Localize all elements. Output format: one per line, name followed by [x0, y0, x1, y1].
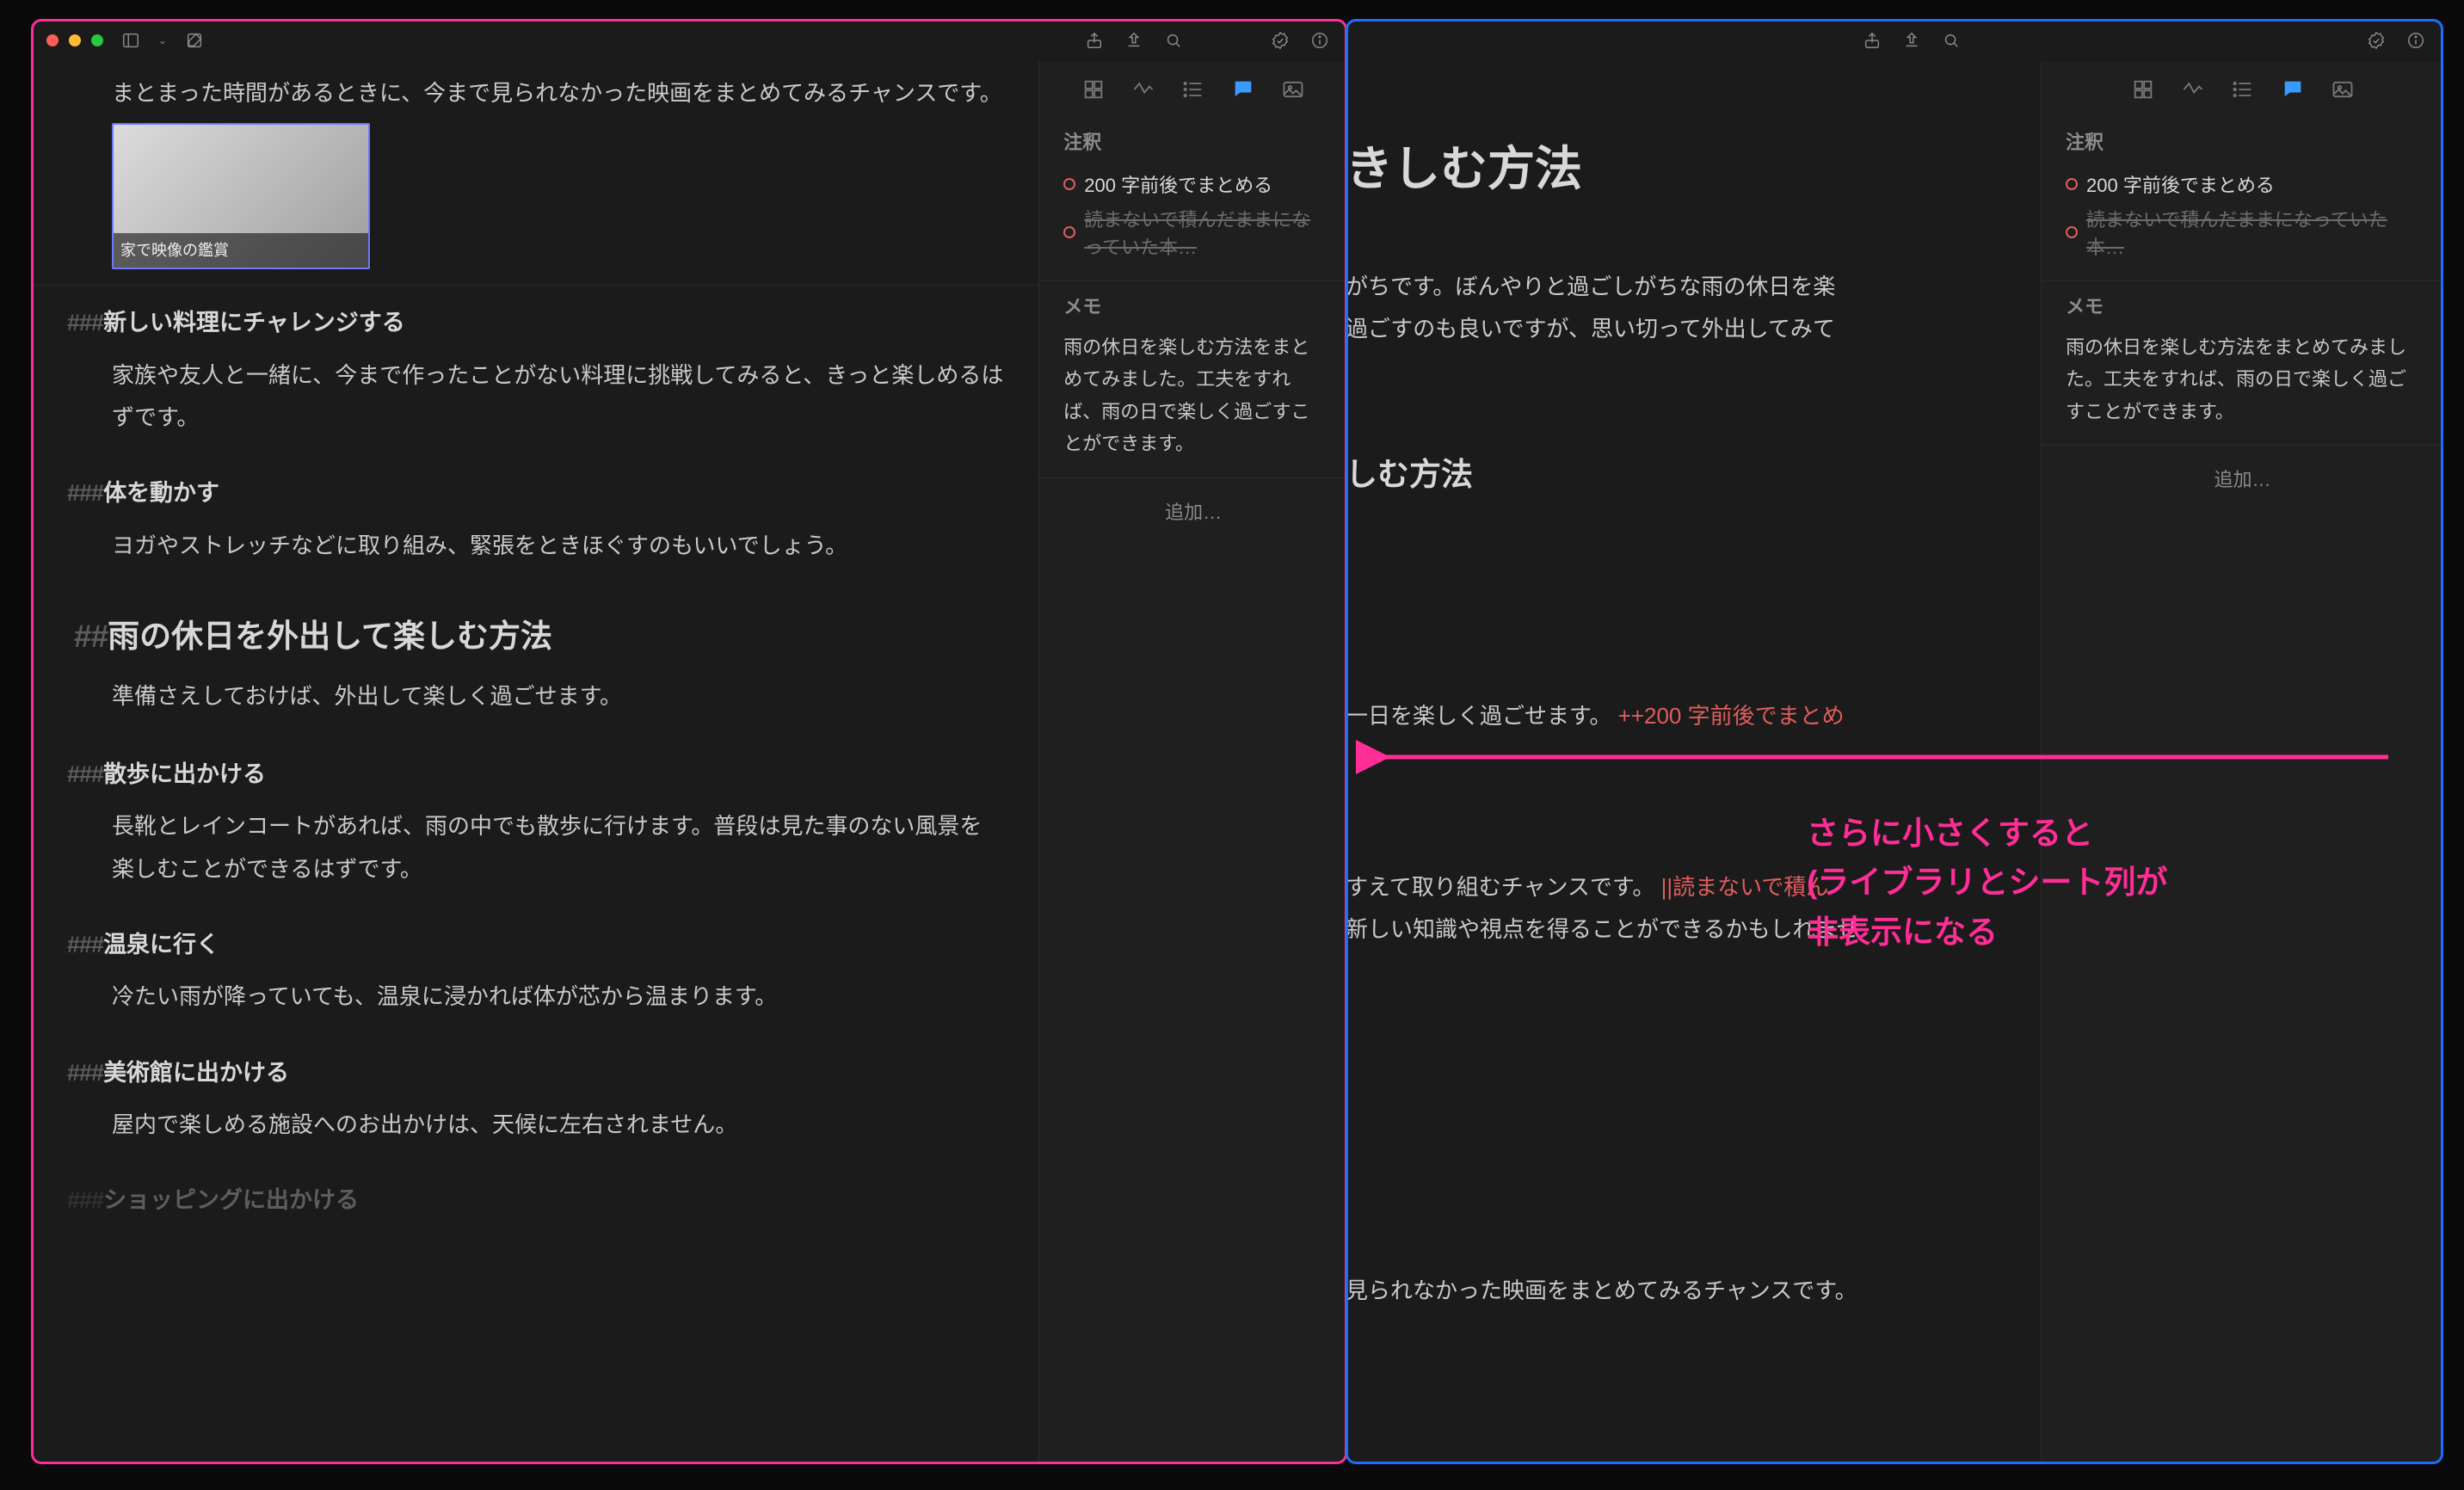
list-icon[interactable] — [2231, 77, 2255, 102]
list-icon[interactable] — [1181, 77, 1205, 102]
search-icon[interactable] — [1939, 28, 1963, 52]
dashboard-icon[interactable] — [1081, 77, 1106, 102]
annotation-item-done[interactable]: 読まないで積んだままになっていた本… — [2066, 201, 2419, 263]
traffic-lights — [46, 34, 103, 46]
lead-fragment: がちです。ぼんやりと過ごしがちな雨の休日を楽 — [1346, 266, 2015, 308]
annotation-item[interactable]: 200 字前後でまとめる — [1063, 167, 1323, 201]
body-fragment: 見られなかった映画をまとめてみるチャンスです。 — [1346, 1270, 2015, 1312]
markdown-prefix: ### — [67, 1187, 103, 1213]
memo-text: 雨の休日を楽しむ方法をまとめてみました。工夫をすれば、雨の日で楽しく過ごすことが… — [1063, 331, 1323, 460]
markdown-prefix: ### — [67, 310, 103, 336]
sidebar-toggle-icon[interactable] — [119, 28, 143, 52]
body-fragment: 新しい知識や視点を得ることができるかもしれませ — [1346, 908, 2015, 951]
sidepanel-left: 注釈 200 字前後でまとめる 読まないで積んだままになっていた本… メモ 雨の… — [1038, 62, 1347, 1464]
annotation-item-done[interactable]: 読まないで積んだままになっていた本… — [1063, 201, 1323, 263]
zoom-dot[interactable] — [91, 34, 103, 46]
annotation-item[interactable]: 200 字前後でまとめる — [2066, 167, 2419, 201]
badge-check-icon[interactable] — [1268, 28, 1292, 52]
memo-text: 雨の休日を楽しむ方法をまとめてみました。工夫をすれば、雨の日で楽しく過ごすことが… — [2066, 331, 2419, 428]
heading-3: ###体を動かす — [60, 471, 1004, 515]
export-icon[interactable] — [1122, 28, 1146, 52]
editor-left[interactable]: まとまった時間があるときに、今まで見られなかった映画をまとめてみるチャンスです。… — [31, 62, 1038, 1464]
ring-icon — [1063, 226, 1075, 238]
titlebar-right — [1346, 19, 2443, 62]
divider — [31, 285, 1038, 286]
titlebar-left: ⌄ — [31, 19, 1347, 62]
annotations-section: 注釈 200 字前後でまとめる 読まないで積んだままになっていた本… — [2042, 117, 2443, 281]
heading-2-fragment: しむ方法 — [1346, 445, 2015, 505]
heading-3: ###美術館に出かける — [60, 1051, 1004, 1095]
markdown-prefix: ### — [67, 1060, 103, 1086]
ring-icon — [1063, 178, 1075, 190]
add-button[interactable]: 追加… — [1039, 478, 1347, 544]
memo-label: メモ — [1063, 292, 1323, 319]
markdown-prefix: ### — [67, 480, 103, 506]
minimize-dot[interactable] — [69, 34, 81, 46]
close-dot[interactable] — [46, 34, 59, 46]
search-icon[interactable] — [1161, 28, 1186, 52]
paragraph: 屋内で楽しめる施設へのお出かけは、天候に左右されません。 — [60, 1104, 1004, 1146]
annotations-label: 注釈 — [1063, 127, 1323, 155]
side-tabs — [2042, 62, 2443, 117]
markdown-prefix: ### — [67, 932, 103, 957]
paragraph: 準備さえしておけば、外出して楽しく過ごせます。 — [60, 675, 1004, 717]
inline-annotation: ++200 字前後でまとめ — [1618, 703, 1845, 729]
info-icon[interactable] — [1308, 28, 1332, 52]
image-thumb[interactable]: 家で映像の鑑賞 — [112, 123, 370, 269]
paragraph: まとまった時間があるときに、今まで見られなかった映画をまとめてみるチャンスです。 — [60, 72, 1004, 114]
activity-icon[interactable] — [2181, 77, 2205, 102]
memo-section: メモ 雨の休日を楽しむ方法をまとめてみました。工夫をすれば、雨の日で楽しく過ごす… — [2042, 281, 2443, 446]
compose-icon[interactable] — [182, 28, 206, 52]
inline-annotation: ||読まないで積ん — [1661, 874, 1829, 900]
window-left: ⌄ まとまった時間があるときに — [31, 19, 1347, 1464]
ring-icon — [2066, 178, 2078, 190]
dashboard-icon[interactable] — [2131, 77, 2155, 102]
annotations-section: 注釈 200 字前後でまとめる 読まないで積んだままになっていた本… — [1039, 117, 1347, 281]
comment-icon[interactable] — [2281, 77, 2305, 102]
activity-icon[interactable] — [1131, 77, 1155, 102]
heading-3: ###温泉に行く — [60, 923, 1004, 967]
share-icon[interactable] — [1860, 28, 1884, 52]
memo-section: メモ 雨の休日を楽しむ方法をまとめてみました。工夫をすれば、雨の日で楽しく過ごす… — [1039, 281, 1347, 478]
annotations-label: 注釈 — [2066, 127, 2419, 155]
info-icon[interactable] — [2404, 28, 2428, 52]
paragraph: 長靴とレインコートがあれば、雨の中でも散歩に行けます。普段は見た事のない風景を楽… — [60, 805, 1004, 890]
memo-label: メモ — [2066, 292, 2419, 319]
comment-icon[interactable] — [1231, 77, 1255, 102]
image-icon[interactable] — [2331, 77, 2355, 102]
heading-3: ###新しい料理にチャレンジする — [60, 301, 1004, 345]
add-button[interactable]: 追加… — [2042, 446, 2443, 511]
share-icon[interactable] — [1082, 28, 1106, 52]
heading-2: ##雨の休日を外出して楽しむ方法 — [60, 606, 1004, 667]
heading-3: ###散歩に出かける — [60, 753, 1004, 797]
image-icon[interactable] — [1281, 77, 1305, 102]
sidepanel-right: 注釈 200 字前後でまとめる 読まないで積んだままになっていた本… メモ 雨の… — [2041, 62, 2443, 1464]
window-right: きしむ方法 がちです。ぼんやりと過ごしがちな雨の休日を楽 過ごすのも良いですが、… — [1346, 19, 2443, 1464]
markdown-prefix: ## — [74, 619, 108, 654]
body-fragment: すえて取り組むチャンスです。 ||読まないで積ん — [1346, 866, 2015, 908]
heading-3: ###ショッピングに出かける — [60, 1179, 1004, 1222]
ring-icon — [2066, 226, 2078, 238]
thumb-caption: 家で映像の鑑賞 — [114, 233, 368, 268]
markdown-prefix: ### — [67, 761, 103, 787]
badge-check-icon[interactable] — [2364, 28, 2388, 52]
paragraph: 家族や友人と一緒に、今まで作ったことがない料理に挑戦してみると、きっと楽しめるは… — [60, 354, 1004, 440]
paragraph: ヨガやストレッチなどに取り組み、緊張をときほぐすのもいいでしょう。 — [60, 525, 1004, 567]
side-tabs — [1039, 62, 1347, 117]
heading-1-fragment: きしむ方法 — [1346, 124, 2015, 214]
chevron-down-icon[interactable]: ⌄ — [158, 34, 167, 46]
editor-right[interactable]: きしむ方法 がちです。ぼんやりと過ごしがちな雨の休日を楽 過ごすのも良いですが、… — [1346, 62, 2041, 1464]
line-with-anno: 一日を楽しく過ごせます。 ++200 字前後でまとめ — [1346, 695, 2015, 737]
lead-fragment: 過ごすのも良いですが、思い切って外出してみて — [1346, 308, 2015, 350]
paragraph: 冷たい雨が降っていても、温泉に浸かれば体が芯から温まります。 — [60, 976, 1004, 1018]
export-icon[interactable] — [1900, 28, 1924, 52]
